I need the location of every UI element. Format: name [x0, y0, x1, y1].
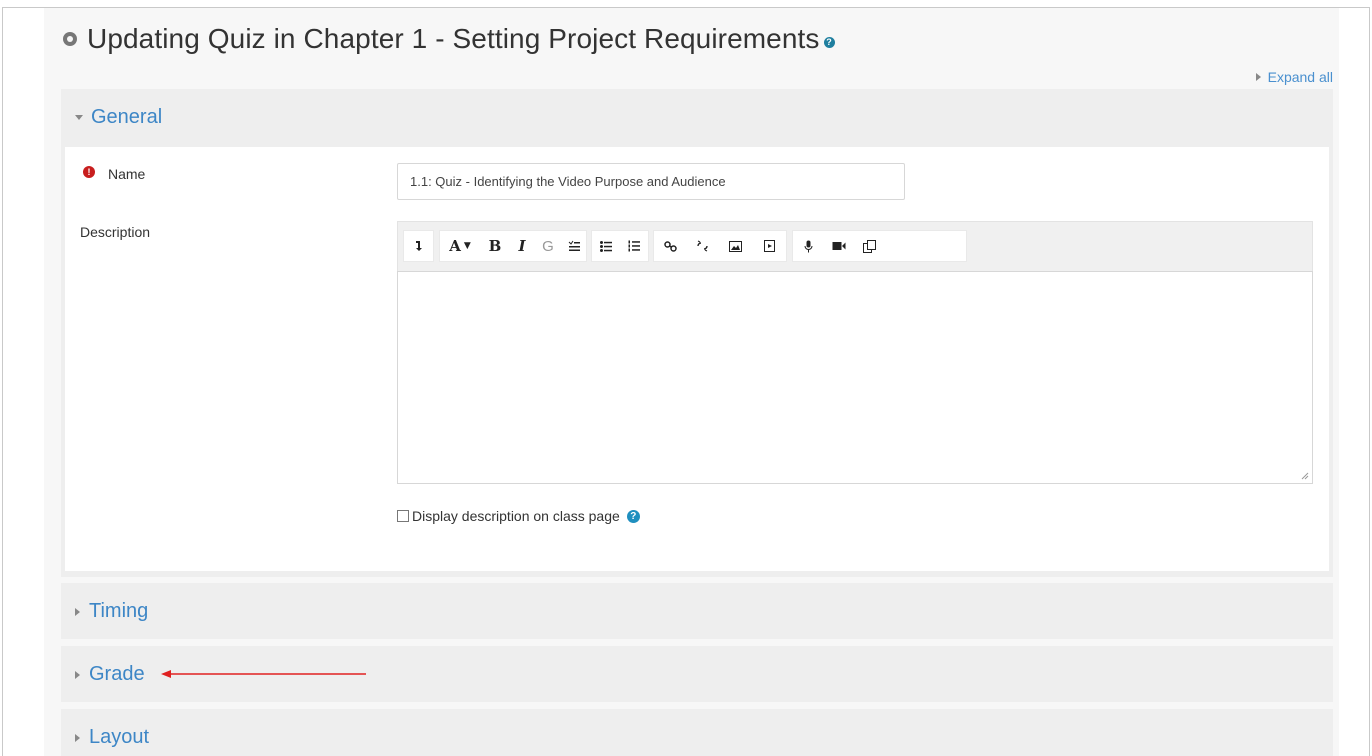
section-grade-toggle[interactable]: Grade: [75, 663, 145, 686]
description-editor[interactable]: [397, 271, 1313, 484]
record-audio-icon[interactable]: [793, 231, 823, 261]
section-layout-toggle[interactable]: Layout: [75, 726, 149, 749]
bold-icon[interactable]: B: [480, 231, 510, 261]
expand-triangle-icon: [1255, 73, 1261, 81]
editor-toolbar: A ▼ B I G: [397, 221, 1313, 271]
unordered-list-icon[interactable]: [592, 231, 620, 261]
toolbar-group-4: [653, 230, 787, 262]
media-icon[interactable]: [752, 231, 786, 261]
record-video-icon[interactable]: [823, 231, 855, 261]
collapse-triangle-icon: [75, 115, 83, 120]
section-timing-toggle[interactable]: Timing: [75, 600, 148, 623]
link-icon[interactable]: [654, 231, 686, 261]
toolbar-group-3: [591, 230, 649, 262]
help-icon[interactable]: ?: [823, 36, 835, 48]
section-timing-title: Timing: [89, 600, 149, 622]
expand-triangle-icon: [75, 670, 80, 679]
section-grade-title: Grade: [89, 663, 145, 685]
display-description-row[interactable]: Display description on class page ?: [397, 508, 640, 524]
name-input[interactable]: [397, 163, 905, 200]
toolbar-group-1: [403, 230, 434, 262]
expand-all-link[interactable]: Expand all: [1255, 69, 1333, 85]
unlink-icon[interactable]: [686, 231, 718, 261]
accessibility-checker-icon[interactable]: G: [534, 231, 562, 261]
manage-files-icon[interactable]: [855, 231, 883, 261]
italic-icon[interactable]: I: [510, 231, 534, 261]
expand-all-label: Expand all: [1267, 69, 1333, 85]
font-size-icon[interactable]: A ▼: [440, 231, 480, 261]
expand-triangle-icon: [75, 733, 80, 742]
section-layout-title: Layout: [89, 726, 150, 748]
show-more-buttons-icon[interactable]: [404, 231, 433, 261]
section-timing[interactable]: Timing: [61, 583, 1333, 639]
display-description-checkbox[interactable]: [397, 510, 409, 522]
annotation-arrow-icon: [161, 670, 366, 678]
description-label: Description: [80, 224, 151, 240]
required-icon: !: [83, 166, 95, 178]
expand-triangle-icon: [75, 607, 80, 616]
page-title-text: Updating Quiz in Chapter 1 - Setting Pro…: [87, 23, 820, 54]
help-icon[interactable]: ?: [626, 509, 640, 523]
name-label: Name: [108, 166, 146, 182]
page-title: Updating Quiz in Chapter 1 - Setting Pro…: [63, 21, 835, 57]
section-general-toggle[interactable]: General: [75, 106, 162, 129]
image-icon[interactable]: [718, 231, 752, 261]
display-description-label: Display description on class page: [412, 508, 620, 524]
section-general-title: General: [91, 106, 163, 128]
section-layout[interactable]: Layout: [61, 709, 1333, 756]
screenreader-helper-icon[interactable]: [562, 231, 586, 261]
toolbar-group-2: A ▼ B I G: [439, 230, 587, 262]
resize-grip-icon[interactable]: [1301, 472, 1309, 480]
activity-icon: [63, 32, 77, 46]
toolbar-group-5: [792, 230, 967, 262]
ordered-list-icon[interactable]: [620, 231, 648, 261]
